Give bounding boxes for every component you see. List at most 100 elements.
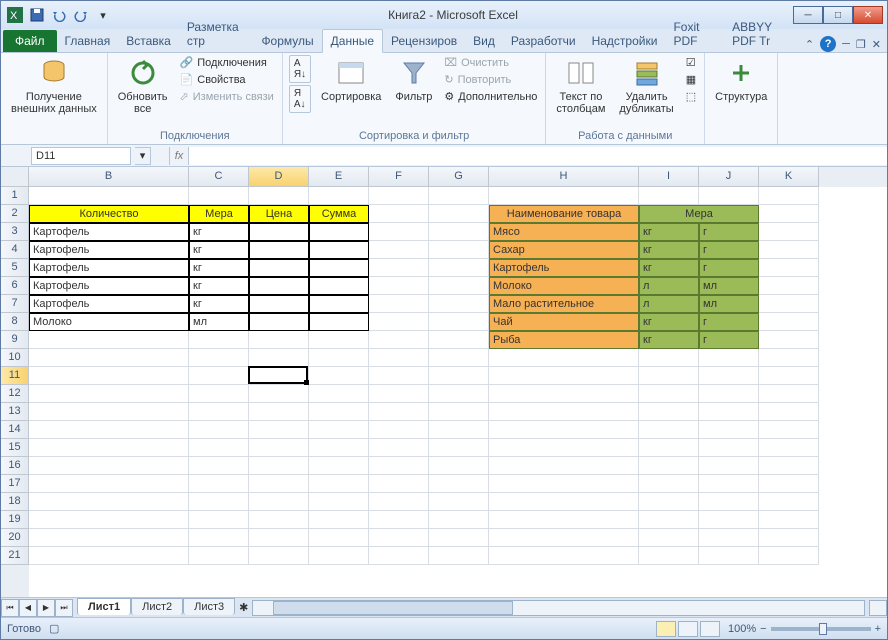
cell-F19[interactable] — [369, 511, 429, 529]
cell-K5[interactable] — [759, 259, 819, 277]
cell-K8[interactable] — [759, 313, 819, 331]
cell-J3[interactable]: г — [699, 223, 759, 241]
cell-I6[interactable]: л — [639, 277, 699, 295]
cell-B19[interactable] — [29, 511, 189, 529]
row-header-12[interactable]: 12 — [1, 385, 29, 403]
cell-K9[interactable] — [759, 331, 819, 349]
cell-G3[interactable] — [429, 223, 489, 241]
cell-F12[interactable] — [369, 385, 429, 403]
cell-J17[interactable] — [699, 475, 759, 493]
tab-insert[interactable]: Вставка — [118, 30, 179, 52]
cell-J20[interactable] — [699, 529, 759, 547]
cell-I19[interactable] — [639, 511, 699, 529]
cell-E3[interactable] — [309, 223, 369, 241]
cell-B7[interactable]: Картофель — [29, 295, 189, 313]
cell-I21[interactable] — [639, 547, 699, 565]
cell-H12[interactable] — [489, 385, 639, 403]
cell-I20[interactable] — [639, 529, 699, 547]
sheet-nav-prev[interactable]: ◀ — [19, 599, 37, 617]
cell-J19[interactable] — [699, 511, 759, 529]
cell-B12[interactable] — [29, 385, 189, 403]
remove-duplicates-button[interactable]: Удалить дубликаты — [615, 55, 677, 117]
cell-B3[interactable]: Картофель — [29, 223, 189, 241]
row-header-17[interactable]: 17 — [1, 475, 29, 493]
row-header-13[interactable]: 13 — [1, 403, 29, 421]
cell-G13[interactable] — [429, 403, 489, 421]
tab-view[interactable]: Вид — [465, 30, 503, 52]
cell-F10[interactable] — [369, 349, 429, 367]
ribbon-minimize-icon[interactable]: ⌃ — [805, 38, 814, 51]
cell-B10[interactable] — [29, 349, 189, 367]
close-button[interactable]: ✕ — [853, 6, 883, 24]
zoom-level[interactable]: 100% — [728, 623, 756, 635]
cell-F15[interactable] — [369, 439, 429, 457]
cell-F17[interactable] — [369, 475, 429, 493]
cell-J13[interactable] — [699, 403, 759, 421]
outline-button[interactable]: Структура — [711, 55, 771, 105]
cell-J10[interactable] — [699, 349, 759, 367]
cell-C2[interactable]: Мера — [189, 205, 249, 223]
sheet-nav-next[interactable]: ▶ — [37, 599, 55, 617]
doc-restore-icon[interactable]: ❐ — [856, 38, 866, 51]
col-header-G[interactable]: G — [429, 167, 489, 187]
cell-G19[interactable] — [429, 511, 489, 529]
cell-F20[interactable] — [369, 529, 429, 547]
cell-E10[interactable] — [309, 349, 369, 367]
cell-D10[interactable] — [249, 349, 309, 367]
cell-E13[interactable] — [309, 403, 369, 421]
cell-C9[interactable] — [189, 331, 249, 349]
cell-C16[interactable] — [189, 457, 249, 475]
cell-H1[interactable] — [489, 187, 639, 205]
cell-E17[interactable] — [309, 475, 369, 493]
cell-D5[interactable] — [249, 259, 309, 277]
cell-I3[interactable]: кг — [639, 223, 699, 241]
cell-I1[interactable] — [639, 187, 699, 205]
cell-C21[interactable] — [189, 547, 249, 565]
cell-B1[interactable] — [29, 187, 189, 205]
row-header-16[interactable]: 16 — [1, 457, 29, 475]
cell-D20[interactable] — [249, 529, 309, 547]
worksheet[interactable]: BCDEFGHIJK 12345678910111213141516171819… — [1, 167, 887, 597]
tab-data[interactable]: Данные — [322, 29, 383, 53]
consolidate-button[interactable]: ▦ — [684, 72, 698, 87]
cell-G5[interactable] — [429, 259, 489, 277]
macro-record-icon[interactable]: ▢ — [49, 622, 59, 635]
cell-I17[interactable] — [639, 475, 699, 493]
cell-C20[interactable] — [189, 529, 249, 547]
zoom-out-button[interactable]: − — [760, 623, 766, 635]
name-box[interactable]: D11 — [31, 147, 131, 165]
cell-G11[interactable] — [429, 367, 489, 385]
cell-K1[interactable] — [759, 187, 819, 205]
cell-B21[interactable] — [29, 547, 189, 565]
cell-C4[interactable]: кг — [189, 241, 249, 259]
cell-I5[interactable]: кг — [639, 259, 699, 277]
cell-B17[interactable] — [29, 475, 189, 493]
tab-abbyy[interactable]: ABBYY PDF Tr — [724, 16, 805, 52]
cell-K6[interactable] — [759, 277, 819, 295]
cell-J7[interactable]: мл — [699, 295, 759, 313]
cell-G14[interactable] — [429, 421, 489, 439]
sheet-tab-Лист1[interactable]: Лист1 — [77, 598, 131, 615]
cell-C3[interactable]: кг — [189, 223, 249, 241]
cell-D21[interactable] — [249, 547, 309, 565]
cell-E5[interactable] — [309, 259, 369, 277]
cell-B18[interactable] — [29, 493, 189, 511]
cell-C19[interactable] — [189, 511, 249, 529]
cell-G8[interactable] — [429, 313, 489, 331]
new-sheet-button[interactable]: ✱ — [239, 601, 248, 614]
cell-I16[interactable] — [639, 457, 699, 475]
cell-H9[interactable]: Рыба — [489, 331, 639, 349]
cell-G4[interactable] — [429, 241, 489, 259]
sort-asc-button[interactable]: АЯ↓ — [289, 55, 311, 83]
cell-C8[interactable]: мл — [189, 313, 249, 331]
cell-C7[interactable]: кг — [189, 295, 249, 313]
cell-K13[interactable] — [759, 403, 819, 421]
cell-H2[interactable]: Наименование товара — [489, 205, 639, 223]
cell-H15[interactable] — [489, 439, 639, 457]
sheet-nav-first[interactable]: ⏮ — [1, 599, 19, 617]
cell-F5[interactable] — [369, 259, 429, 277]
cell-I12[interactable] — [639, 385, 699, 403]
cell-E8[interactable] — [309, 313, 369, 331]
file-tab[interactable]: Файл — [3, 30, 57, 52]
column-headers[interactable]: BCDEFGHIJK — [29, 167, 887, 187]
